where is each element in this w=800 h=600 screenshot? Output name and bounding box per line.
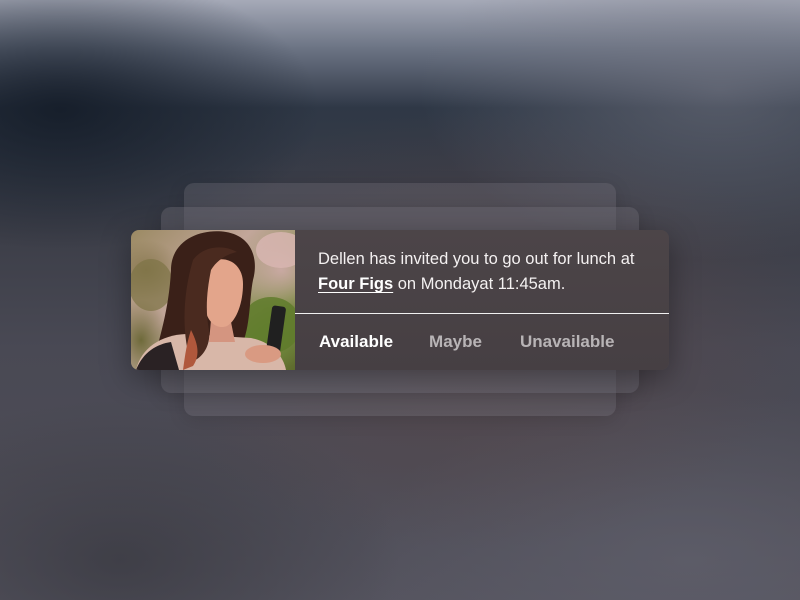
sender-photo xyxy=(131,230,295,370)
venue-link[interactable]: Four Figs xyxy=(318,275,393,293)
message-suffix: on Mondayat 11:45am. xyxy=(393,275,566,293)
response-actions: Available Maybe Unavailable xyxy=(295,314,669,370)
unavailable-button[interactable]: Unavailable xyxy=(520,332,615,352)
maybe-button[interactable]: Maybe xyxy=(429,332,482,352)
invitation-notification[interactable]: Dellen has invited you to go out for lun… xyxy=(131,230,669,370)
profile-photo-icon xyxy=(131,231,295,370)
message-prefix: Dellen has invited you to go out for lun… xyxy=(318,250,635,268)
invitation-message: Dellen has invited you to go out for lun… xyxy=(295,230,669,313)
notification-content: Dellen has invited you to go out for lun… xyxy=(295,230,669,370)
available-button[interactable]: Available xyxy=(319,332,393,352)
